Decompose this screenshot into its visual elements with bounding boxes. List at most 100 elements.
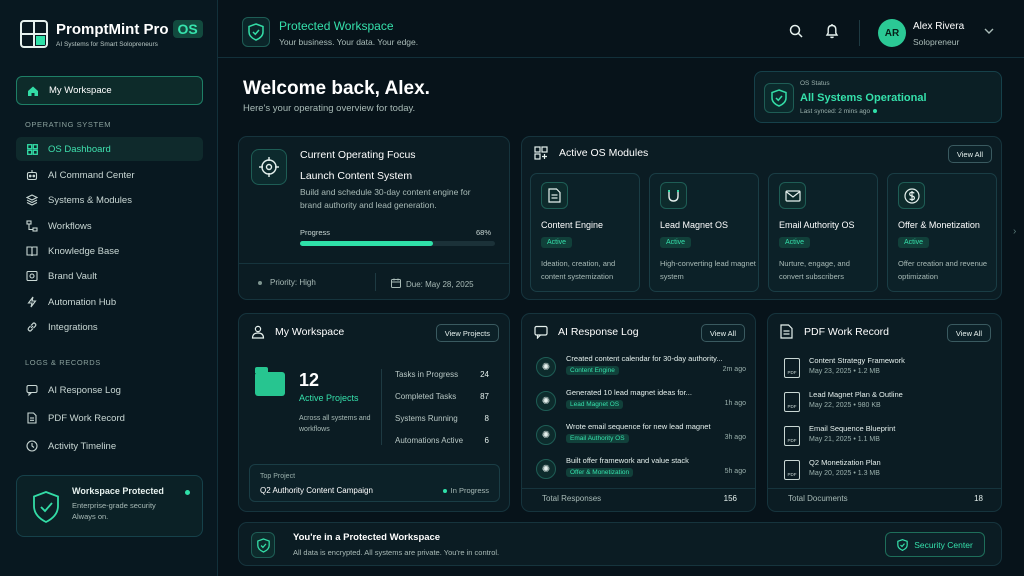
sidebar-item-ai-command-center[interactable]: AI Command Center <box>16 163 203 187</box>
pdf-entry[interactable]: PDF Lead Magnet Plan & Outline May 22, 2… <box>782 388 987 418</box>
priority-text: Priority: High <box>270 278 316 287</box>
link-icon <box>26 321 38 333</box>
protect-line2: Always on. <box>72 512 109 521</box>
sidebar-item-label: OS Dashboard <box>48 143 111 155</box>
sidebar: PromptMint Pro OS AI Systems for Smart So… <box>0 0 218 576</box>
chevron-down-icon[interactable] <box>984 27 994 38</box>
divider <box>859 20 860 46</box>
shield-check-icon <box>242 17 270 47</box>
stat-value: 24 <box>480 370 489 379</box>
stat-label: Tasks in Progress <box>395 370 459 379</box>
status-dot <box>185 490 190 495</box>
log-entry[interactable]: ✺ Wrote email sequence for new lead magn… <box>536 420 746 450</box>
module-status-badge: Active <box>898 237 930 248</box>
divider <box>375 273 376 291</box>
stat-label: Systems Running <box>395 414 458 423</box>
sidebar-item-activity-timeline[interactable]: Activity Timeline <box>16 434 203 458</box>
stat-label: Completed Tasks <box>395 392 457 401</box>
sidebar-item-label: Activity Timeline <box>48 440 117 452</box>
ai-spark-icon: ✺ <box>536 425 556 445</box>
bullet-icon <box>258 280 262 285</box>
top-project[interactable]: Top Project Q2 Authority Content Campaig… <box>249 464 500 502</box>
shield-check-icon <box>251 532 275 558</box>
chevron-right-icon[interactable]: › <box>1013 226 1016 237</box>
sidebar-item-label: Knowledge Base <box>48 245 120 257</box>
sidebar-item-pdf-work-record[interactable]: PDF Work Record <box>16 406 203 430</box>
sidebar-item-systems-modules[interactable]: Systems & Modules <box>16 188 203 212</box>
search-icon[interactable] <box>789 24 803 43</box>
shield-check-icon <box>897 538 908 551</box>
sidebar-item-my-workspace[interactable]: My Workspace <box>16 76 203 105</box>
status-dot <box>873 109 878 113</box>
module-card-content-engine[interactable]: Content Engine Active Ideation, creation… <box>530 173 640 292</box>
module-name: Email Authority OS <box>779 220 855 230</box>
sidebar-item-label: Brand Vault <box>48 270 97 282</box>
pdf-title: PDF Work Record <box>804 326 889 338</box>
project-count-sub: Across all systems and workflows <box>299 415 371 433</box>
protect-line1: Enterprise-grade security <box>72 501 156 510</box>
document-icon <box>541 182 568 209</box>
sidebar-item-label: AI Response Log <box>48 384 121 396</box>
view-projects-button[interactable]: View Projects <box>435 324 499 342</box>
clock-icon <box>26 440 38 452</box>
pdf-entry[interactable]: PDF Content Strategy Framework May 23, 2… <box>782 354 987 384</box>
pdf-entry[interactable]: PDF Email Sequence Blueprint May 21, 202… <box>782 422 987 452</box>
log-entry-text: Built offer framework and value stack <box>566 456 689 465</box>
avatar[interactable]: AR <box>878 19 906 47</box>
module-card-lead-magnet[interactable]: Lead Magnet OS Active High-converting le… <box>649 173 759 292</box>
magnet-icon <box>660 182 687 209</box>
banner-subtitle: All data is encrypted. All systems are p… <box>293 548 500 557</box>
sidebar-item-label: Automation Hub <box>48 296 117 308</box>
divider <box>239 263 509 264</box>
log-entry-tag: Lead Magnet OS <box>566 400 624 409</box>
sidebar-item-automation-hub[interactable]: Automation Hub <box>16 290 203 314</box>
module-name: Lead Magnet OS <box>660 220 729 230</box>
modules-title: Active OS Modules <box>559 147 649 159</box>
top-project-status-text: In Progress <box>450 486 489 495</box>
log-entry-text: Wrote email sequence for new lead magnet <box>566 422 711 431</box>
pdf-entry-name: Content Strategy Framework <box>809 356 905 365</box>
log-entry[interactable]: ✺ Generated 10 lead magnet ideas for... … <box>536 386 746 416</box>
progress-value: 68% <box>476 228 492 237</box>
module-card-offer-monetization[interactable]: Offer & Monetization Active Offer creati… <box>887 173 997 292</box>
security-center-button[interactable]: Security Center <box>885 532 985 557</box>
sidebar-item-os-dashboard[interactable]: OS Dashboard <box>16 137 203 161</box>
divider <box>768 488 1001 489</box>
sidebar-item-integrations[interactable]: Integrations <box>16 315 203 339</box>
divider <box>381 369 382 445</box>
sidebar-item-workflows[interactable]: Workflows <box>16 214 203 238</box>
ai-spark-icon: ✺ <box>536 391 556 411</box>
sidebar-item-knowledge-base[interactable]: Knowledge Base <box>16 239 203 263</box>
pdf-view-all-button[interactable]: View All <box>946 324 991 342</box>
stat-value: 6 <box>484 436 489 445</box>
log-entry[interactable]: ✺ Built offer framework and value stack … <box>536 454 746 484</box>
ai-spark-icon: ✺ <box>536 357 556 377</box>
sidebar-item-label: Integrations <box>48 321 98 333</box>
bell-icon[interactable] <box>825 23 839 44</box>
layers-icon <box>26 194 38 206</box>
ai-log-view-all-button[interactable]: View All <box>700 324 745 342</box>
log-entry[interactable]: ✺ Created content calendar for 30-day au… <box>536 352 746 382</box>
pdf-entry-meta: May 20, 2025 • 1.3 MB <box>809 470 880 477</box>
chat-icon <box>26 384 38 396</box>
brand-badge: OS <box>172 20 203 38</box>
book-icon <box>26 245 38 257</box>
divider <box>522 488 755 489</box>
pdf-entry-name: Email Sequence Blueprint <box>809 424 896 433</box>
module-card-email-authority[interactable]: Email Authority OS Active Nurture, engag… <box>768 173 878 292</box>
modules-icon <box>534 146 548 165</box>
pdf-entry[interactable]: PDF Q2 Monetization Plan May 20, 2025 • … <box>782 456 987 486</box>
module-description: High-converting lead magnet system <box>660 259 756 281</box>
pdf-file-icon: PDF <box>784 426 800 446</box>
user-name[interactable]: Alex Rivera <box>913 21 964 32</box>
os-status-value: All Systems Operational <box>800 92 927 104</box>
sidebar-item-brand-vault[interactable]: Brand Vault <box>16 264 203 288</box>
due-date-text: Due: May 28, 2025 <box>406 280 474 289</box>
document-icon <box>780 324 793 344</box>
sidebar-item-ai-response-log[interactable]: AI Response Log <box>16 378 203 402</box>
ai-log-title: AI Response Log <box>558 326 639 338</box>
brand-logo[interactable]: PromptMint Pro OS AI Systems for Smart So… <box>20 20 203 48</box>
module-status-badge: Active <box>660 237 692 248</box>
pdf-file-icon: PDF <box>784 460 800 480</box>
modules-view-all-button[interactable]: View All <box>947 145 992 163</box>
